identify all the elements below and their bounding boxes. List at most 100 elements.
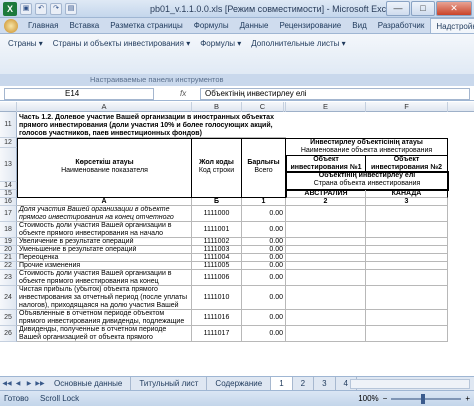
minimize-button[interactable]: — xyxy=(386,1,410,16)
object-1-header[interactable]: Объект инвестирования №1 xyxy=(286,156,366,172)
sheet-tab[interactable]: Содержание xyxy=(207,377,272,390)
object-2-value[interactable] xyxy=(366,270,448,286)
column-header-f[interactable]: F xyxy=(366,102,448,112)
row-header[interactable]: 16 xyxy=(0,198,17,206)
indicator-label[interactable]: Объявленные в отчетном периоде объектом … xyxy=(17,310,192,326)
worksheet-grid[interactable]: A B C E F 11 Часть 1.2. Долевое участие … xyxy=(0,102,474,376)
indicator-label[interactable]: Прочие изменения xyxy=(17,262,192,270)
country-1-value[interactable]: АВСТРАЛИЯ xyxy=(286,190,366,198)
line-code[interactable]: 1111017 xyxy=(192,326,242,342)
total-value[interactable]: 0.00 xyxy=(242,206,286,222)
row-header[interactable]: 17 xyxy=(0,206,17,222)
header-indicator-name[interactable]: Көрсеткіш атауы Наименование показателя xyxy=(17,138,192,198)
indicator-label[interactable]: Уменьшение в результате операций xyxy=(17,246,192,254)
total-value[interactable]: 0.00 xyxy=(242,254,286,262)
total-value[interactable]: 0.00 xyxy=(242,286,286,310)
object-1-value[interactable] xyxy=(286,286,366,310)
row-header[interactable]: 20 xyxy=(0,246,17,254)
undo-icon[interactable]: ↶ xyxy=(35,3,47,15)
indicator-label[interactable]: Стоимость доли участия Вашей организации… xyxy=(17,270,192,286)
tab-view[interactable]: Вид xyxy=(347,18,372,33)
line-code[interactable]: 1111006 xyxy=(192,270,242,286)
row-header[interactable]: 12 xyxy=(0,138,17,148)
object-2-value[interactable] xyxy=(366,222,448,238)
formula-input[interactable]: Объектінің инвестирлеу елі xyxy=(200,88,470,100)
object-2-value[interactable] xyxy=(366,246,448,254)
tab-insert[interactable]: Вставка xyxy=(64,18,105,33)
col-index-e[interactable]: 2 xyxy=(286,198,366,206)
object-2-value[interactable] xyxy=(366,254,448,262)
excel-logo-icon[interactable]: X xyxy=(3,2,17,16)
line-code[interactable]: 1111005 xyxy=(192,262,242,270)
menu-countries[interactable]: Страны ▾ xyxy=(4,38,47,49)
tab-review[interactable]: Рецензирование xyxy=(274,18,347,33)
indicator-label[interactable]: Переоценка xyxy=(17,254,192,262)
close-button[interactable]: ✕ xyxy=(436,1,472,16)
object-1-value[interactable] xyxy=(286,254,366,262)
object-2-value[interactable] xyxy=(366,286,448,310)
row-header[interactable]: 26 xyxy=(0,326,17,342)
select-all-corner[interactable] xyxy=(0,102,17,112)
save-icon[interactable]: ▣ xyxy=(20,3,32,15)
horizontal-scrollbar[interactable] xyxy=(350,379,470,389)
header-total[interactable]: Барлығы Всего xyxy=(242,138,286,198)
selected-cell-e14[interactable]: Объектінің инвестирлеу елі Страна объект… xyxy=(285,171,449,191)
object-2-value[interactable] xyxy=(366,326,448,342)
row-header[interactable]: 25 xyxy=(0,310,17,326)
column-header-e[interactable]: E xyxy=(286,102,366,112)
indicator-label[interactable]: Чистая прибыль (убыток) объекта прямого … xyxy=(17,286,192,310)
row-header[interactable]: 13 xyxy=(0,148,17,182)
total-value[interactable]: 0.00 xyxy=(242,270,286,286)
row-header[interactable]: 18 xyxy=(0,222,17,238)
object-2-value[interactable] xyxy=(366,262,448,270)
line-code[interactable]: 1111010 xyxy=(192,286,242,310)
zoom-thumb[interactable] xyxy=(421,393,426,404)
line-code[interactable]: 1111001 xyxy=(192,222,242,238)
total-value[interactable]: 0.00 xyxy=(242,238,286,246)
col-index-b[interactable]: Б xyxy=(192,198,242,206)
object-2-value[interactable] xyxy=(366,206,448,222)
indicator-label[interactable]: Доля участия Вашей организации в объекте… xyxy=(17,206,192,222)
sheet-tab[interactable]: 2 xyxy=(293,377,315,390)
row-header[interactable]: 15 xyxy=(0,190,17,198)
last-sheet-icon[interactable]: ▶▶ xyxy=(35,379,45,389)
line-code[interactable]: 1111003 xyxy=(192,246,242,254)
fx-icon[interactable]: fx xyxy=(160,88,196,100)
total-value[interactable]: 0.00 xyxy=(242,246,286,254)
menu-formulas[interactable]: Формулы ▾ xyxy=(196,38,245,49)
sheet-tab[interactable]: 3 xyxy=(314,377,336,390)
indicator-label[interactable]: Стоимость доли участия Вашей организации… xyxy=(17,222,192,238)
sheet-tab[interactable]: Титульный лист xyxy=(131,377,208,390)
object-1-value[interactable] xyxy=(286,206,366,222)
object-2-value[interactable] xyxy=(366,238,448,246)
line-code[interactable]: 1111000 xyxy=(192,206,242,222)
object-1-value[interactable] xyxy=(286,270,366,286)
sheet-tab[interactable]: 1 xyxy=(271,377,293,390)
col-index-c[interactable]: 1 xyxy=(242,198,286,206)
tab-addins[interactable]: Надстройки xyxy=(430,18,474,33)
object-2-value[interactable] xyxy=(366,310,448,326)
col-index-a[interactable]: А xyxy=(17,198,192,206)
tab-data[interactable]: Данные xyxy=(235,18,275,33)
line-code[interactable]: 1111016 xyxy=(192,310,242,326)
header-line-code[interactable]: Жол коды Код строки xyxy=(192,138,242,198)
tab-home[interactable]: Главная xyxy=(23,18,64,33)
sheet-tab[interactable]: Основные данные xyxy=(46,377,132,390)
zoom-out-icon[interactable]: − xyxy=(383,394,388,403)
row-header[interactable]: 23 xyxy=(0,270,17,286)
indicator-label[interactable]: Увеличение в результате операций xyxy=(17,238,192,246)
object-1-value[interactable] xyxy=(286,262,366,270)
zoom-slider[interactable] xyxy=(391,393,462,404)
row-header[interactable]: 11 xyxy=(0,112,17,138)
tab-developer[interactable]: Разработчик xyxy=(373,18,431,33)
column-header-a[interactable]: A xyxy=(17,102,192,112)
country-2-value[interactable]: КАНАДА xyxy=(366,190,448,198)
object-1-value[interactable] xyxy=(286,222,366,238)
object-1-value[interactable] xyxy=(286,246,366,254)
redo-icon[interactable]: ↷ xyxy=(50,3,62,15)
total-value[interactable]: 0.00 xyxy=(242,310,286,326)
menu-countries-objects[interactable]: Страны и объекты инвестирования ▾ xyxy=(49,38,194,49)
next-sheet-icon[interactable]: ▶ xyxy=(24,379,34,389)
line-code[interactable]: 1111002 xyxy=(192,238,242,246)
tab-formulas[interactable]: Формулы xyxy=(189,18,235,33)
